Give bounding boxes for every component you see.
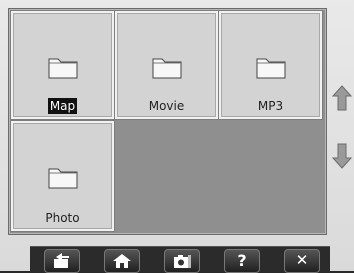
down-arrow-icon[interactable] [332, 143, 352, 169]
folder-tile-movie[interactable]: Movie [115, 11, 218, 119]
folder-icon [152, 58, 181, 79]
camera-button[interactable] [164, 249, 200, 273]
help-icon: ? [237, 251, 247, 270]
folder-tile-photo[interactable]: Photo [11, 121, 114, 231]
home-icon [113, 254, 131, 268]
bottom-toolbar: ? ✕ [30, 246, 330, 273]
folder-label: Photo [45, 211, 80, 225]
folder-label: Movie [148, 99, 185, 113]
home-button[interactable] [104, 249, 140, 273]
scroll-controls [330, 85, 354, 185]
folder-icon [48, 58, 77, 79]
back-button[interactable] [44, 249, 80, 273]
camera-icon [174, 255, 191, 268]
folder-grid: Map Movie MP3 Photo [8, 8, 327, 235]
folder-label: MP3 [257, 99, 284, 113]
folder-label: Map [47, 98, 78, 114]
back-icon [54, 253, 69, 268]
folder-tile-map[interactable]: Map [11, 11, 114, 119]
folder-tile-mp3[interactable]: MP3 [219, 11, 322, 119]
folder-icon [256, 58, 285, 79]
close-icon: ✕ [295, 251, 309, 269]
close-button[interactable]: ✕ [284, 249, 320, 273]
folder-icon [48, 168, 77, 189]
help-button[interactable]: ? [224, 249, 260, 273]
up-arrow-icon[interactable] [332, 85, 352, 111]
file-browser-window: Map Movie MP3 Photo ? ✕ [0, 0, 354, 273]
